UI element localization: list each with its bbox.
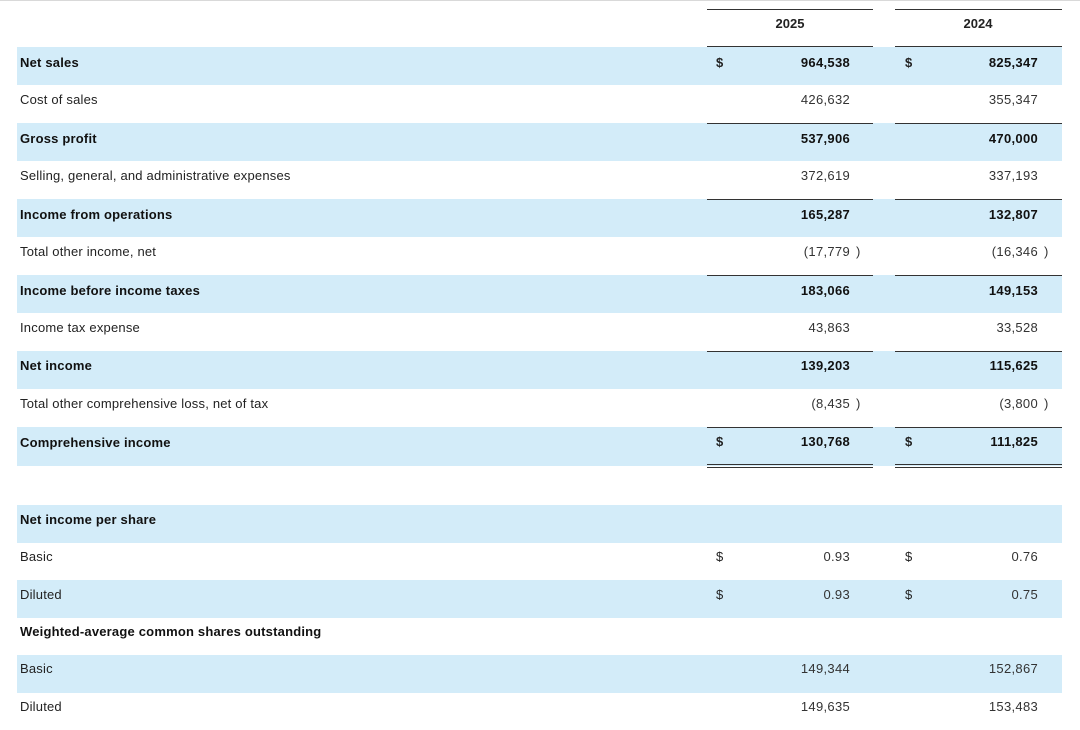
- row-band-gross-profit: [17, 123, 1062, 161]
- value-2025: 43,863: [808, 320, 850, 335]
- value-2024: 0.76: [1011, 549, 1038, 564]
- subtotal-rule: [895, 199, 1062, 200]
- subtotal-rule: [895, 351, 1062, 352]
- row-label-gross-profit: Gross profit: [20, 131, 97, 146]
- value-2024: 355,347: [988, 92, 1038, 107]
- row-band-income-from-operations: [17, 199, 1062, 237]
- subtotal-rule: [895, 427, 1062, 428]
- value-2024: 149,153: [988, 283, 1038, 298]
- value-2025: (8,435: [811, 396, 850, 411]
- row-label-basic: Basic: [20, 661, 53, 676]
- column-header-2024: 2024: [963, 16, 993, 31]
- value-2025: 0.93: [823, 549, 850, 564]
- currency-symbol: $: [905, 587, 913, 602]
- subtotal-rule: [707, 199, 873, 200]
- row-label-income-tax-expense: Income tax expense: [20, 320, 140, 335]
- row-band-net-income: [17, 351, 1062, 389]
- value-2024: 132,807: [988, 207, 1038, 222]
- value-2024: 33,528: [996, 320, 1038, 335]
- double-underline: [895, 464, 1062, 465]
- currency-symbol: $: [716, 587, 724, 602]
- row-label-other-comprehensive-loss: Total other comprehensive loss, net of t…: [20, 396, 269, 411]
- value-2025: 964,538: [800, 55, 850, 70]
- value-2024: (16,346: [991, 244, 1038, 259]
- double-underline: [707, 464, 873, 465]
- header-rule-2024: [895, 9, 1062, 10]
- value-2024: 825,347: [988, 55, 1038, 70]
- closing-paren: ): [1044, 244, 1049, 259]
- value-2024: 111,825: [990, 434, 1038, 449]
- currency-symbol: $: [905, 434, 913, 449]
- value-2025: 0.93: [823, 587, 850, 602]
- value-2025: 372,619: [800, 168, 850, 183]
- value-2025: 149,344: [800, 661, 850, 676]
- subtotal-rule: [707, 427, 873, 428]
- value-2024: 337,193: [988, 168, 1038, 183]
- currency-symbol: $: [716, 55, 724, 70]
- row-label-income-before-taxes: Income before income taxes: [20, 283, 201, 298]
- row-label-cost-of-sales: Cost of sales: [20, 92, 98, 107]
- closing-paren: ): [856, 396, 861, 411]
- value-2025: 165,287: [800, 207, 850, 222]
- value-2025: 139,203: [800, 358, 850, 373]
- row-label-comprehensive-income: Comprehensive income: [20, 435, 171, 450]
- row-label-basic: Basic: [20, 549, 53, 564]
- subtotal-rule: [895, 123, 1062, 124]
- value-2024: 115,625: [989, 358, 1038, 373]
- subtotal-rule: [707, 123, 873, 124]
- column-header-2025: 2025: [775, 16, 805, 31]
- value-2024: 0.75: [1011, 587, 1038, 602]
- subtotal-rule: [707, 351, 873, 352]
- value-2024: 152,867: [988, 661, 1038, 676]
- value-2025: 426,632: [800, 92, 850, 107]
- value-2025: 130,768: [800, 434, 850, 449]
- currency-symbol: $: [716, 549, 724, 564]
- row-label-total-other-income: Total other income, net: [20, 244, 157, 259]
- row-label-diluted: Diluted: [20, 587, 62, 602]
- value-2024: 470,000: [988, 131, 1038, 146]
- currency-symbol: $: [905, 549, 913, 564]
- row-label-net-income: Net income: [20, 358, 93, 373]
- subtotal-rule: [707, 275, 873, 276]
- subtotal-rule: [895, 275, 1062, 276]
- section-heading-weighted-average-shares: Weighted-average common shares outstandi…: [20, 624, 322, 639]
- double-underline: [895, 467, 1062, 468]
- closing-paren: ): [1044, 396, 1049, 411]
- row-label-income-from-operations: Income from operations: [20, 207, 173, 222]
- section-heading-net-income-per-share: Net income per share: [20, 512, 157, 527]
- row-label-diluted: Diluted: [20, 699, 62, 714]
- value-2025: 537,906: [800, 131, 850, 146]
- row-label-net-sales: Net sales: [20, 55, 79, 70]
- row-label-sga-expenses: Selling, general, and administrative exp…: [20, 168, 291, 183]
- header-rule-2025: [707, 9, 873, 10]
- value-2024: 153,483: [988, 699, 1038, 714]
- value-2025: 149,635: [800, 699, 850, 714]
- row-band-net-income-per-share: [17, 505, 1062, 543]
- closing-paren: ): [856, 244, 861, 259]
- row-band-basic-shares: [17, 655, 1062, 693]
- value-2024: (3,800: [999, 396, 1038, 411]
- currency-symbol: $: [716, 434, 724, 449]
- currency-symbol: $: [905, 55, 913, 70]
- double-underline: [707, 467, 873, 468]
- value-2025: (17,779: [803, 244, 850, 259]
- value-2025: 183,066: [800, 283, 850, 298]
- top-divider: [0, 0, 1080, 1]
